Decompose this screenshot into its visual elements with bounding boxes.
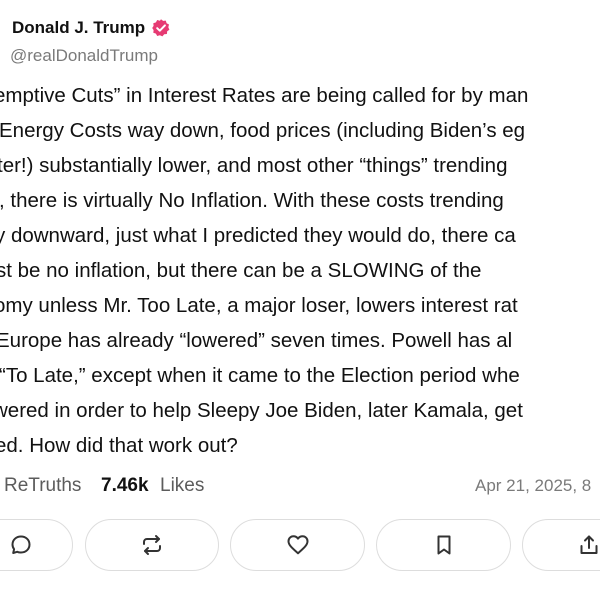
retruth-button[interactable]	[85, 519, 219, 571]
post-text-line: ter!) substantially lower, and most othe…	[0, 154, 508, 177]
reply-button[interactable]	[0, 519, 73, 571]
likes-label[interactable]: Likes	[160, 475, 204, 497]
share-button[interactable]	[522, 519, 600, 571]
post-stats: ReTruths 7.46k Likes Apr 21, 2025, 8	[0, 475, 600, 501]
heart-icon	[286, 533, 310, 557]
post-date[interactable]: Apr 21, 2025, 8	[475, 476, 591, 496]
post-text-line: Europe has already “lowered” seven times…	[0, 329, 513, 352]
verified-badge-icon	[151, 18, 171, 38]
post-header: Donald J. Trump @realDonaldTrump	[0, 14, 600, 74]
post-text-line: y downward, just what I predicted they w…	[0, 224, 516, 247]
bookmark-button[interactable]	[376, 519, 511, 571]
share-upload-icon	[577, 533, 600, 557]
post-card: Donald J. Trump @realDonaldTrump emptive…	[0, 0, 600, 600]
bookmark-icon	[432, 533, 456, 557]
post-text-line: ed. How did that work out?	[0, 434, 238, 457]
likes-count[interactable]: 7.46k	[101, 475, 149, 497]
author-display-name[interactable]: Donald J. Trump	[12, 18, 145, 38]
post-text-line: wered in order to help Sleepy Joe Biden,…	[0, 399, 523, 422]
post-text-line: Energy Costs way down, food prices (incl…	[0, 119, 526, 142]
retruths-link[interactable]: ReTruths	[4, 475, 81, 497]
like-button[interactable]	[230, 519, 365, 571]
post-body: emptive Cuts” in Interest Rates are bein…	[0, 80, 600, 470]
repost-arrows-icon	[140, 533, 164, 557]
post-text-line: omy unless Mr. Too Late, a major loser, …	[0, 294, 518, 317]
post-text-line: st be no inflation, but there can be a S…	[0, 259, 482, 282]
post-text-line: , there is virtually No Inflation. With …	[0, 189, 504, 212]
author-name-row[interactable]: Donald J. Trump	[12, 18, 171, 38]
action-bar	[0, 519, 600, 575]
speech-bubble-icon	[9, 533, 33, 557]
post-text-line: emptive Cuts” in Interest Rates are bein…	[0, 84, 529, 107]
author-handle[interactable]: @realDonaldTrump	[10, 46, 158, 66]
post-text-line: “To Late,” except when it came to the El…	[0, 364, 520, 387]
